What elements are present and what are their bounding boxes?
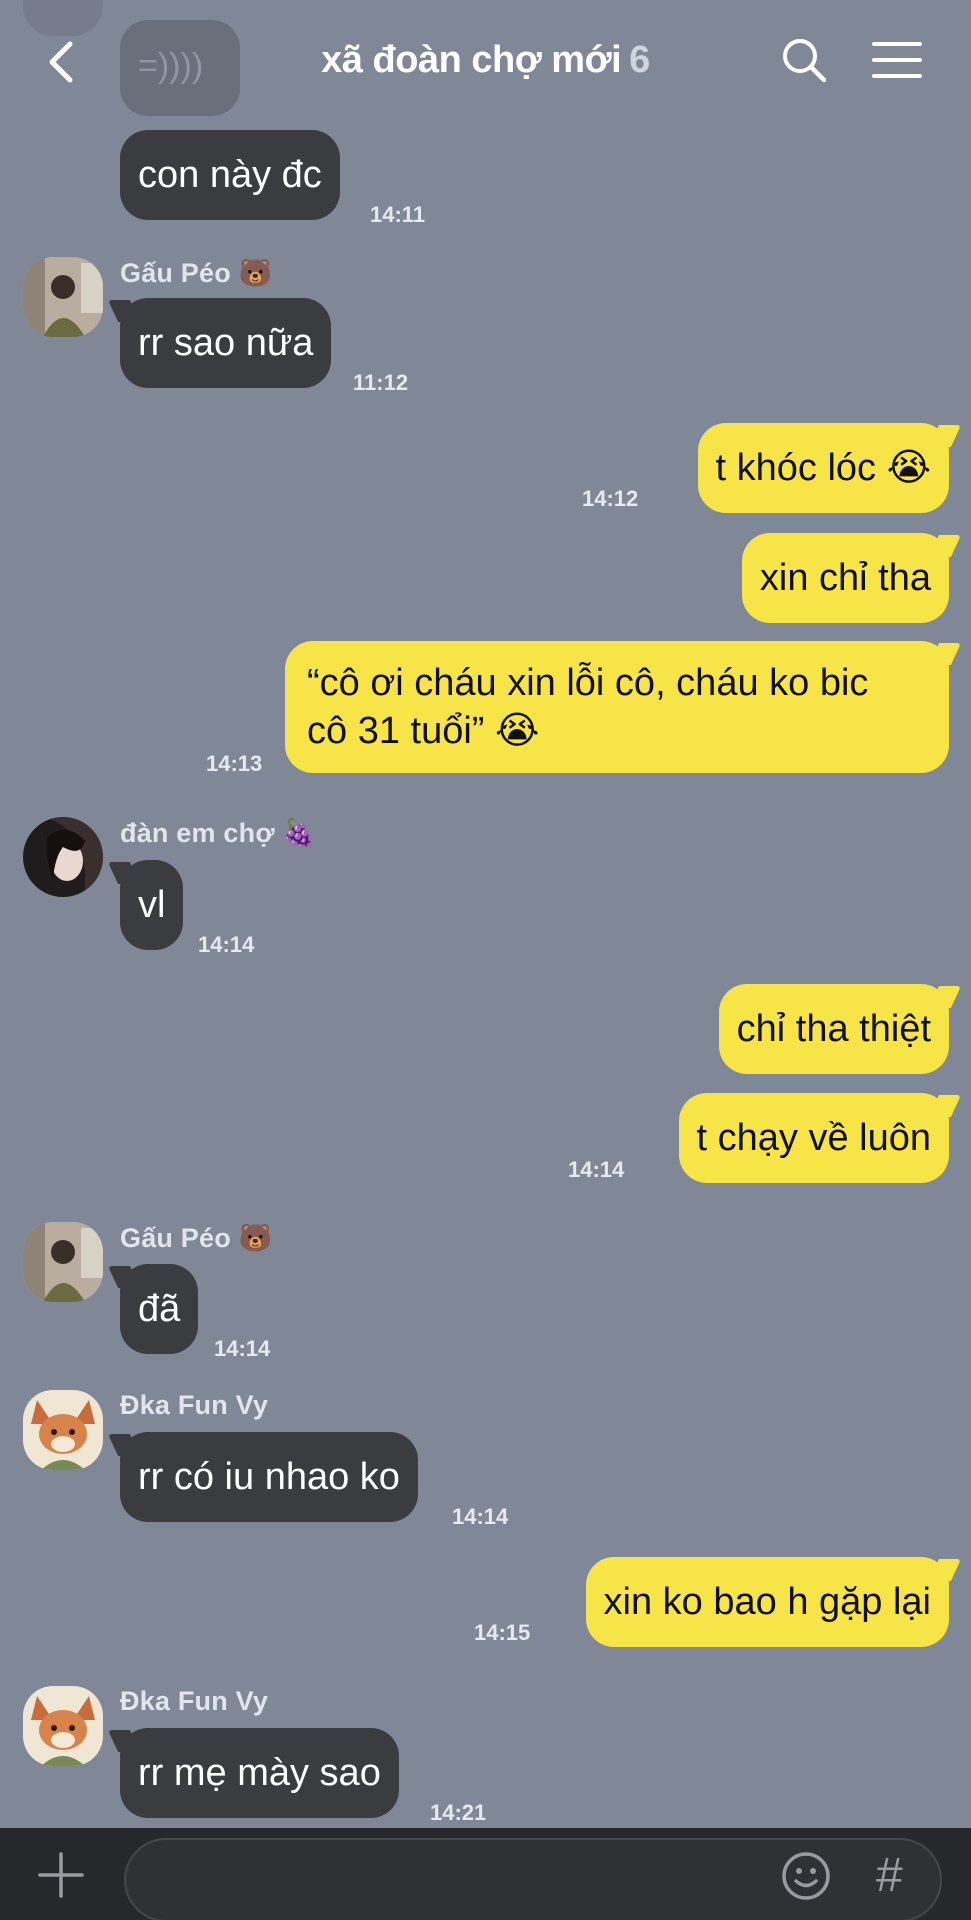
- message-text: t chạy về luôn: [696, 1117, 931, 1159]
- member-count: 6: [629, 38, 650, 81]
- message-time: 14:14: [198, 932, 255, 957]
- avatar-photo: [23, 1686, 103, 1766]
- attach-button[interactable]: [38, 1852, 84, 1898]
- message-bubble-incoming[interactable]: con này đc: [120, 130, 340, 220]
- message-text-line: cô 31 tuổi” 😭: [307, 710, 540, 752]
- emoji-button[interactable]: [780, 1850, 832, 1902]
- message-text: xin chỉ tha: [759, 557, 931, 599]
- message-text-line: “cô ơi cháu xin lỗi cô, cháu ko bic: [307, 662, 869, 704]
- sender-name: Đka Fun Vy: [120, 1686, 269, 1716]
- message-time: 14:15: [474, 1620, 531, 1645]
- message-bubble-outgoing[interactable]: xin chỉ tha: [741, 533, 949, 623]
- message-time: 14:14: [568, 1157, 625, 1182]
- chat-title: xã đoàn chợ mới 6: [321, 39, 650, 82]
- plus-icon: [38, 1852, 84, 1898]
- smiley-icon: [782, 1852, 830, 1900]
- avatar[interactable]: [23, 257, 103, 337]
- message-bubble-incoming[interactable]: rr mẹ mày sao: [120, 1728, 399, 1818]
- message-time: 14:13: [206, 751, 263, 776]
- menu-button[interactable]: [870, 38, 924, 82]
- message-text: đã: [138, 1288, 181, 1330]
- avatar[interactable]: [23, 1390, 103, 1470]
- sender-name: Gấu Péo 🐻: [120, 258, 273, 288]
- message-bubble-incoming[interactable]: vl: [120, 860, 184, 950]
- hamburger-menu-icon: [872, 42, 922, 78]
- avatar-photo: [23, 257, 103, 337]
- sender-name: Đka Fun Vy: [120, 1390, 269, 1420]
- message-time: 14:21: [430, 1800, 487, 1825]
- message-bubble-incoming[interactable]: rr sao nữa: [120, 298, 332, 388]
- message-bubble-outgoing[interactable]: “cô ơi cháu xin lỗi cô, cháu ko bic cô 3…: [285, 641, 949, 773]
- avatar-photo: [23, 1390, 103, 1470]
- message-bubble-outgoing[interactable]: xin ko bao h gặp lại: [585, 1557, 949, 1647]
- search-icon: [783, 39, 827, 83]
- avatar-photo: [23, 817, 103, 897]
- avatar[interactable]: [23, 1686, 103, 1766]
- message-text: rr có iu nhao ko: [138, 1456, 400, 1498]
- message-bubble-incoming[interactable]: đã: [120, 1264, 199, 1354]
- message-text: vl: [138, 884, 166, 926]
- sender-name: Gấu Péo 🐻: [120, 1223, 273, 1253]
- hashtag-button[interactable]: #: [876, 1852, 903, 1900]
- message-text: chỉ tha thiệt: [736, 1008, 931, 1050]
- message-time: 14:14: [214, 1336, 271, 1361]
- message-bubble-incoming[interactable]: rr có iu nhao ko: [120, 1432, 418, 1522]
- message-time: 14:14: [452, 1504, 509, 1529]
- message-bubble-outgoing[interactable]: t khóc lóc 😭: [697, 423, 949, 513]
- message-text: con này đc: [138, 154, 322, 196]
- message-time: 11:12: [353, 370, 409, 395]
- message-bubble-outgoing[interactable]: chỉ tha thiệt: [718, 984, 949, 1074]
- avatar[interactable]: [23, 1222, 103, 1302]
- message-text: rr mẹ mày sao: [138, 1752, 381, 1794]
- chat-header: xã đoàn chợ mới 6: [0, 0, 971, 120]
- sender-name: đàn em chợ 🍇: [120, 818, 317, 848]
- composer-bar: #: [0, 1828, 971, 1920]
- message-bubble-outgoing[interactable]: t chạy về luôn: [678, 1093, 949, 1183]
- search-button[interactable]: [780, 36, 828, 84]
- back-button[interactable]: [40, 34, 84, 90]
- avatar[interactable]: [23, 817, 103, 897]
- chat-title-text: xã đoàn chợ mới: [321, 38, 622, 81]
- message-time: 14:11: [370, 202, 426, 227]
- message-text: t khóc lóc 😭: [715, 447, 931, 489]
- chevron-left-icon: [49, 41, 73, 83]
- message-text: rr sao nữa: [138, 322, 314, 364]
- message-time: 14:12: [582, 486, 639, 511]
- message-text: xin ko bao h gặp lại: [603, 1581, 931, 1623]
- avatar-photo: [23, 1222, 103, 1302]
- chat-area: =)))) xã đoàn chợ mới 6 con này đc 14:11…: [0, 0, 971, 1828]
